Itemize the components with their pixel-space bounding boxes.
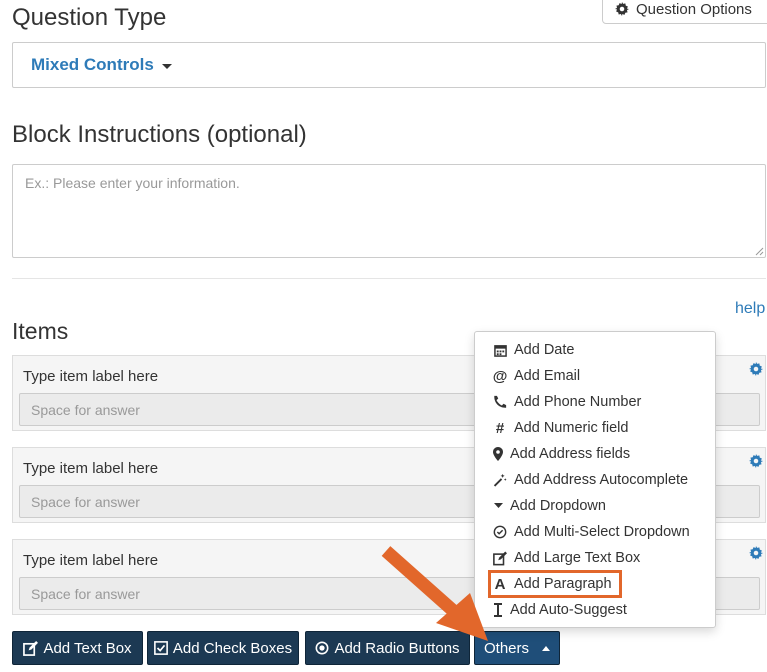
chevron-down-icon [161,63,172,69]
menu-item-add-date[interactable]: Add Date [493,339,574,361]
menu-item-add-auto-suggest[interactable]: Add Auto-Suggest [493,599,627,621]
menu-item-label: Add Auto-Suggest [510,602,627,618]
block-instructions-title: Block Instructions (optional) [12,121,307,148]
menu-item-label: Add Phone Number [514,394,642,410]
menu-item-add-numeric-field[interactable]: # Add Numeric field [493,417,629,439]
hash-icon: # [495,419,505,437]
menu-item-label: Add Numeric field [514,420,629,436]
menu-item-label: Add Large Text Box [514,550,641,566]
question-type-value: Mixed Controls [31,55,154,74]
menu-item-add-paragraph[interactable]: A Add Paragraph [493,573,612,595]
question-type-select[interactable]: Mixed Controls [12,42,766,88]
edit-icon [493,551,507,565]
item-label[interactable]: Type item label here [23,552,158,569]
menu-item-add-multi-select-dropdown[interactable]: Add Multi-Select Dropdown [493,521,690,543]
checkbox-icon [153,641,168,655]
question-options-label: Question Options [636,0,752,18]
edit-icon [23,640,39,656]
calendar-icon [493,343,507,357]
map-marker-icon [493,447,503,461]
gear-icon[interactable] [749,454,763,468]
question-options-button[interactable]: Question Options [602,0,767,24]
help-link[interactable]: help [735,300,765,318]
menu-item-add-email[interactable]: @ Add Email [493,365,580,387]
question-type-title: Question Type [12,4,167,31]
check-circle-icon [493,525,507,539]
add-text-box-label: Add Text Box [43,639,132,657]
menu-item-add-dropdown[interactable]: Add Dropdown [493,495,606,517]
add-check-boxes-label: Add Check Boxes [172,639,293,657]
gear-icon [615,2,629,16]
radio-icon [315,641,329,655]
menu-item-label: Add Date [514,342,575,358]
menu-item-label: Add Email [514,368,581,384]
menu-item-label: Add Dropdown [510,498,606,514]
menu-item-label: Add Multi-Select Dropdown [514,524,690,540]
items-title: Items [12,318,69,344]
menu-item-add-large-text-box[interactable]: Add Large Text Box [493,547,640,569]
menu-item-add-address-fields[interactable]: Add Address fields [493,443,630,465]
gear-icon[interactable] [749,546,763,560]
font-icon: A [494,575,506,593]
block-instructions-input[interactable] [12,164,766,258]
item-label[interactable]: Type item label here [23,460,158,477]
menu-item-label: Add Address Autocomplete [514,472,689,488]
section-divider [12,278,766,279]
menu-item-add-address-autocomplete[interactable]: Add Address Autocomplete [493,469,688,491]
annotation-arrow-icon [381,546,488,641]
add-text-box-button[interactable]: Add Text Box [12,631,143,665]
phone-icon [493,395,507,409]
others-dropdown-menu: Add Date @ Add Email Add Phone Number # … [474,331,716,628]
caret-up-icon [542,645,550,651]
menu-item-label: Add Paragraph [514,576,612,592]
menu-item-label: Add Address fields [510,446,631,462]
resize-handle-icon[interactable] [755,247,764,256]
item-label[interactable]: Type item label here [23,368,158,385]
magic-wand-icon [493,473,507,487]
caret-down-icon [493,499,503,513]
text-cursor-icon [493,603,503,617]
add-check-boxes-button[interactable]: Add Check Boxes [147,631,299,665]
gear-icon[interactable] [749,362,763,376]
at-icon: @ [492,367,508,385]
menu-item-add-phone-number[interactable]: Add Phone Number [493,391,641,413]
